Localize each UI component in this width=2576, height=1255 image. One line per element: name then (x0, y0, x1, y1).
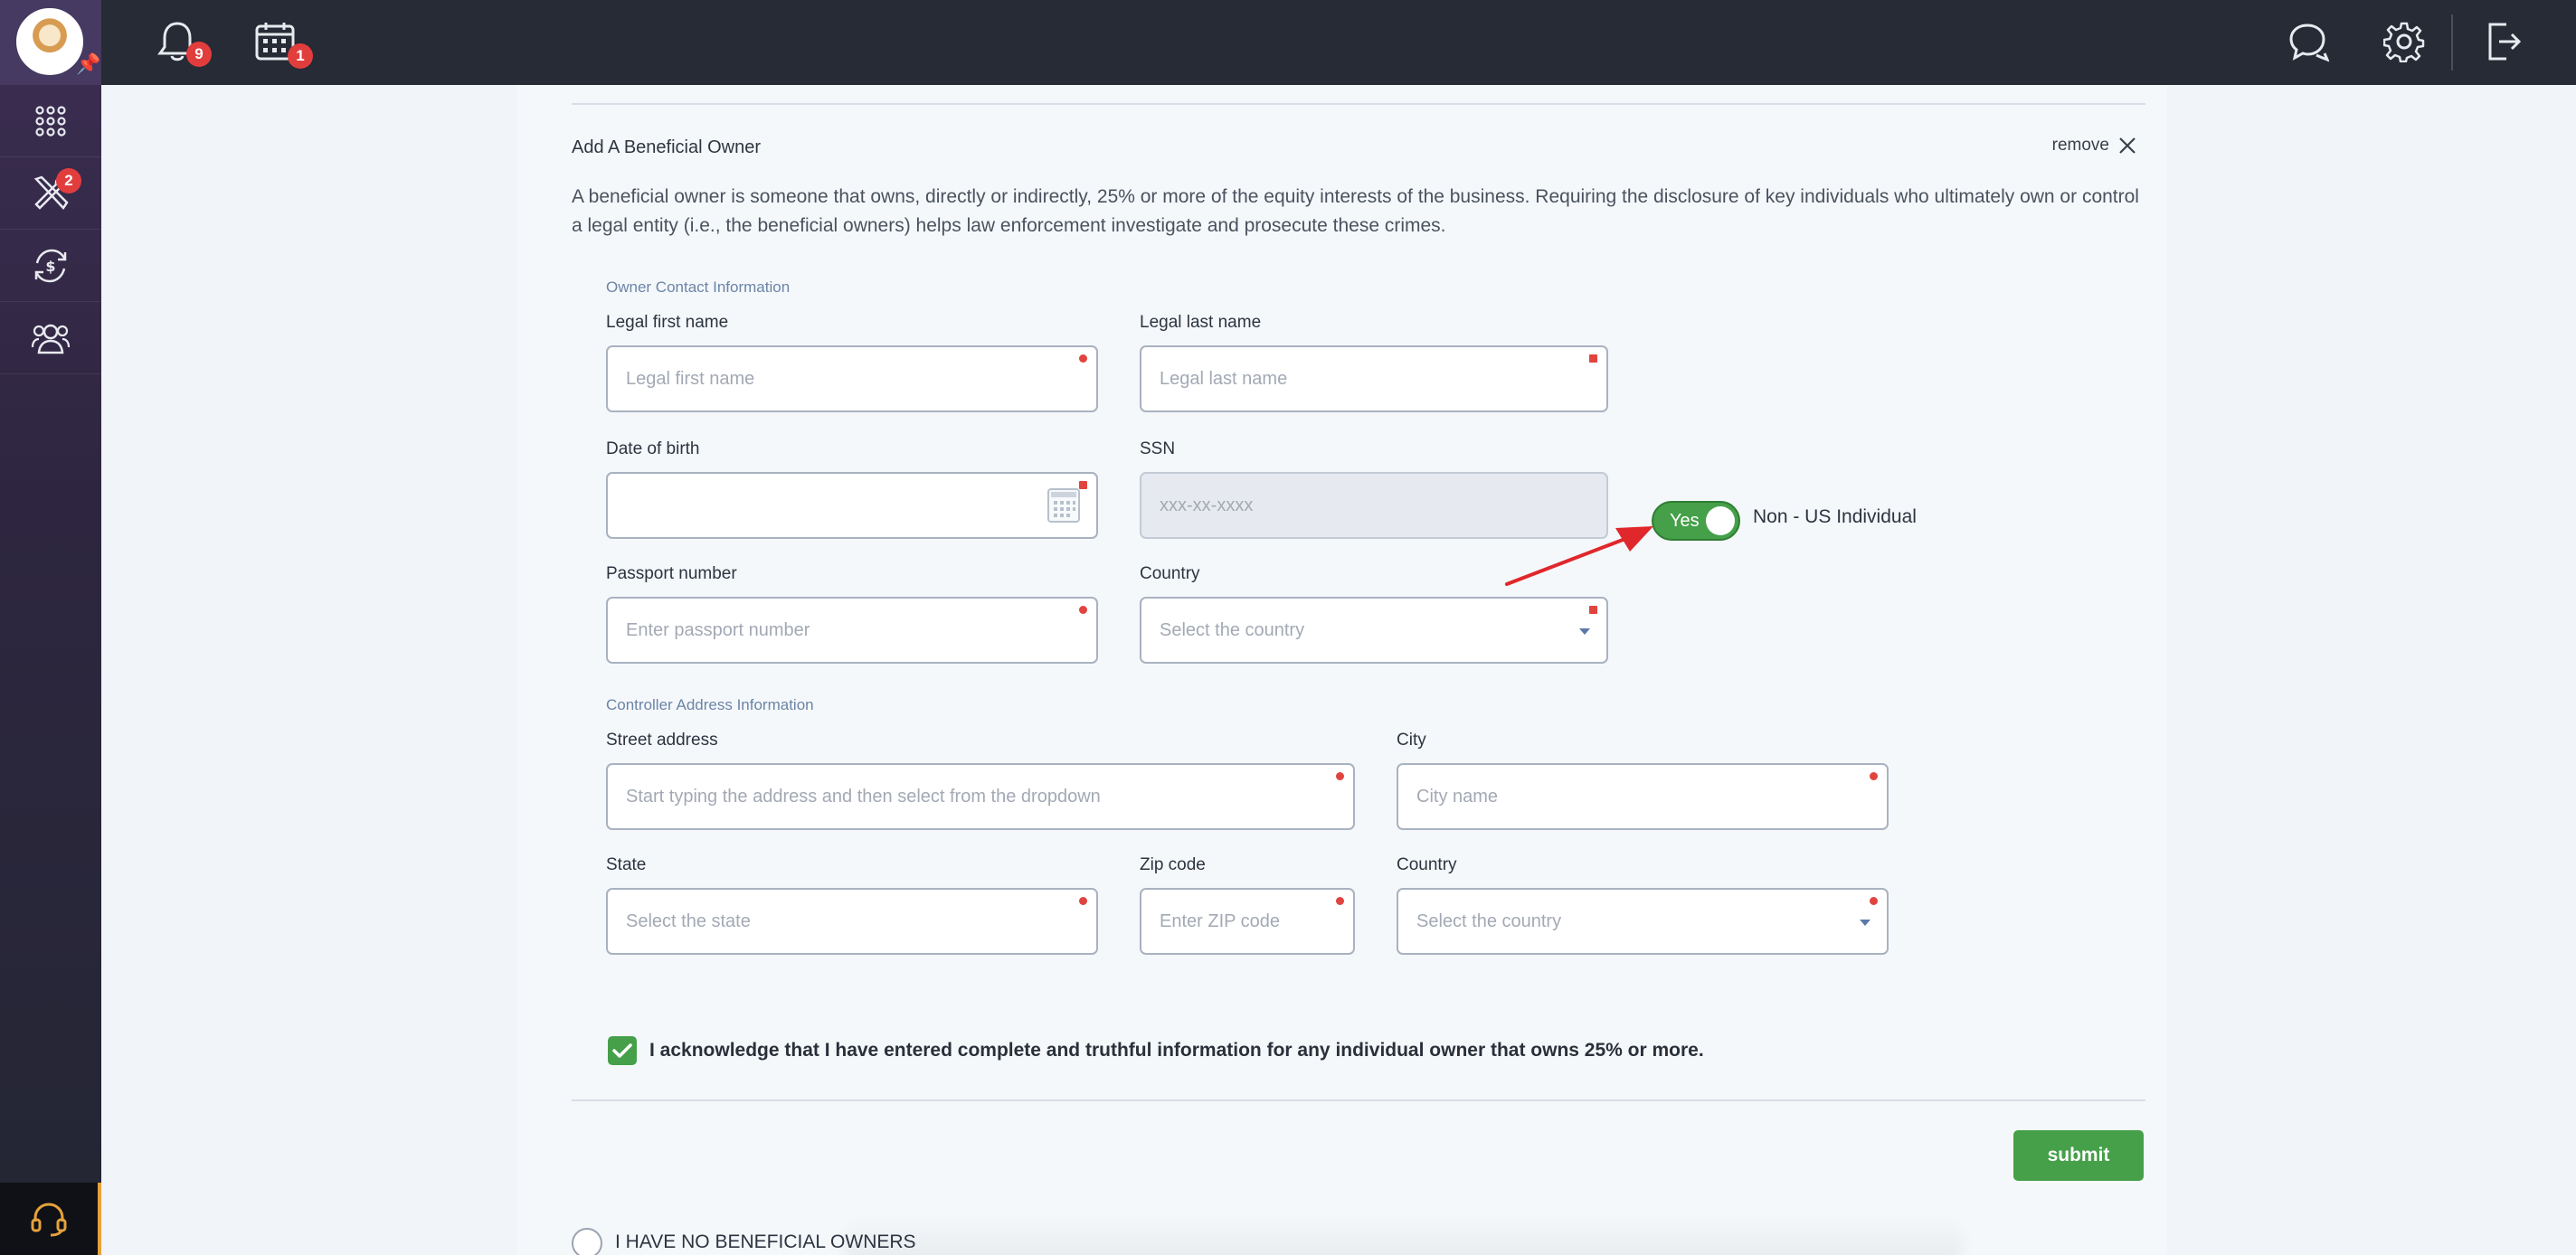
country-select-placeholder: Select the country (1160, 620, 1305, 640)
required-indicator (1336, 772, 1344, 780)
street-input[interactable] (608, 765, 1353, 828)
topbar-divider (2451, 14, 2453, 71)
no-owners-radio[interactable] (572, 1228, 602, 1255)
top-bar: 9 1 (0, 0, 2576, 85)
required-indicator (1336, 897, 1344, 905)
close-icon (2119, 137, 2136, 154)
annotation-arrow (1505, 526, 1653, 586)
first-name-field (606, 345, 1098, 412)
state-label: State (606, 855, 647, 874)
dob-field (606, 472, 1098, 539)
sidebar-item-apps[interactable] (0, 85, 101, 157)
headset-icon (31, 1203, 67, 1237)
svg-text:$: $ (45, 258, 55, 275)
first-name-label: Legal first name (606, 313, 729, 332)
notifications-button[interactable]: 9 (154, 18, 212, 67)
chat-icon (2289, 24, 2329, 62)
required-indicator (1079, 606, 1087, 614)
pin-icon[interactable]: 📌 (76, 52, 100, 76)
zip-field (1140, 888, 1355, 955)
divider-bottom (572, 1099, 2145, 1101)
street-field (606, 763, 1355, 830)
required-indicator (1079, 897, 1087, 905)
settings-button[interactable] (2381, 18, 2428, 65)
required-indicator (1589, 354, 1597, 363)
chevron-down-icon (1860, 920, 1870, 926)
avatar[interactable] (16, 8, 83, 75)
state-input[interactable] (608, 890, 1096, 953)
users-icon (31, 324, 71, 354)
required-indicator (1079, 354, 1087, 363)
last-name-label: Legal last name (1140, 313, 1262, 332)
calendar-badge: 1 (288, 43, 313, 69)
section-description: A beneficial owner is someone that owns,… (572, 186, 2139, 236)
non-us-label: Non - US Individual (1753, 506, 1917, 527)
country-label: Country (1140, 564, 1200, 583)
first-name-input[interactable] (608, 347, 1096, 410)
gear-icon (2383, 22, 2425, 62)
contact-group-label: Owner Contact Information (606, 278, 791, 296)
last-name-input[interactable] (1141, 347, 1606, 410)
chat-button[interactable] (2285, 18, 2332, 65)
chevron-down-icon (1579, 628, 1590, 635)
street-label: Street address (606, 731, 718, 750)
sidebar-item-payments[interactable]: $ (0, 230, 101, 302)
passport-label: Passport number (606, 564, 737, 583)
toggle-state-label: Yes (1670, 510, 1700, 531)
address-country-placeholder: Select the country (1416, 911, 1562, 931)
date-picker-icon[interactable] (1047, 488, 1080, 523)
sidebar-item-tools[interactable]: 2 (0, 157, 101, 230)
grid-dots-icon (35, 105, 66, 137)
calendar-button[interactable]: 1 (251, 18, 313, 69)
submit-button[interactable]: submit (2013, 1130, 2144, 1181)
state-field (606, 888, 1098, 955)
required-indicator (1870, 897, 1878, 905)
logout-button[interactable] (2480, 18, 2527, 65)
section-title: Add A Beneficial Owner (572, 137, 762, 157)
money-cycle-icon: $ (34, 249, 67, 282)
address-country-label: Country (1397, 855, 1457, 874)
city-label: City (1397, 731, 1426, 750)
zip-input[interactable] (1141, 890, 1353, 953)
ssn-label: SSN (1140, 439, 1176, 458)
toggle-knob (1706, 506, 1735, 535)
notifications-badge: 9 (186, 42, 212, 67)
tools-badge: 2 (56, 168, 81, 193)
city-input[interactable] (1398, 765, 1887, 828)
required-indicator (1589, 606, 1597, 614)
logout-icon (2488, 23, 2522, 61)
last-name-field (1140, 345, 1608, 412)
country-select[interactable]: Select the country (1140, 597, 1608, 664)
acknowledge-checkbox[interactable] (608, 1036, 637, 1065)
beneficial-owner-panel: Add A Beneficial Owner remove A benefici… (517, 85, 2167, 1255)
acknowledge-text: I acknowledge that I have entered comple… (649, 1040, 1704, 1061)
required-indicator (1079, 481, 1087, 489)
checkmark-icon (612, 1043, 632, 1058)
passport-input[interactable] (608, 599, 1096, 662)
remove-label: remove (2051, 136, 2109, 155)
sidebar: 📌 2 $ (0, 0, 101, 1255)
no-owners-label: I HAVE NO BENEFICIAL OWNERS (615, 1231, 916, 1252)
zip-label: Zip code (1140, 855, 1206, 874)
sidebar-item-users[interactable] (0, 302, 101, 374)
passport-field (606, 597, 1098, 664)
divider-top (572, 103, 2145, 105)
support-button[interactable] (0, 1183, 101, 1255)
address-country-select[interactable]: Select the country (1397, 888, 1889, 955)
required-indicator (1870, 772, 1878, 780)
dob-input[interactable] (608, 474, 1096, 537)
address-group-label: Controller Address Information (606, 696, 814, 713)
avatar-container[interactable]: 📌 (0, 0, 101, 85)
remove-button[interactable]: remove (2052, 136, 2136, 156)
city-field (1397, 763, 1889, 830)
section-shadow (843, 1215, 1965, 1255)
dob-label: Date of birth (606, 439, 700, 458)
